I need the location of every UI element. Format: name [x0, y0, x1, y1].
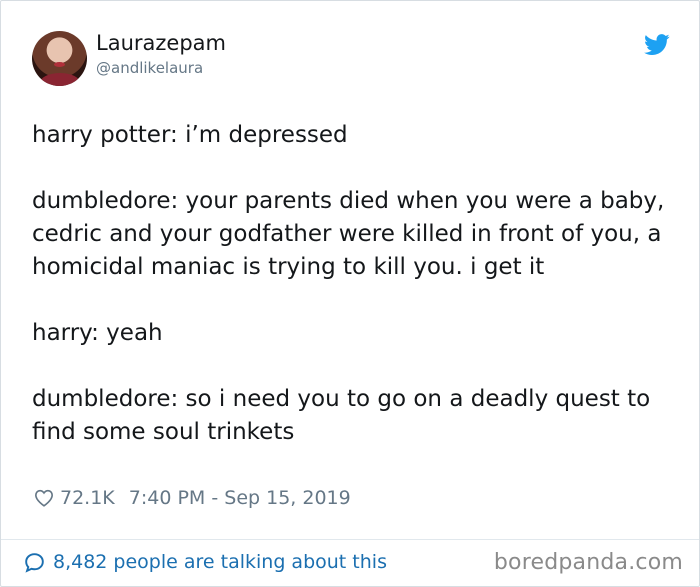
tweet-text: harry potter: i’m depressed dumbledore: …: [32, 119, 682, 482]
tweet-paragraph: harry potter: i’m depressed: [32, 122, 348, 148]
timestamp[interactable]: 7:40 PM - Sep 15, 2019: [129, 487, 351, 509]
tweet-meta: 72.1K 7:40 PM - Sep 15, 2019: [34, 487, 351, 509]
tweet-paragraph: dumbledore: your parents died when you w…: [32, 188, 665, 280]
like-count[interactable]: 72.1K: [60, 487, 115, 509]
avatar[interactable]: [32, 31, 87, 86]
tweet-paragraph: harry: yeah: [32, 320, 163, 346]
tweet-paragraph: dumbledore: so i need you to go on a dea…: [32, 386, 651, 445]
speech-bubble-icon: [25, 552, 44, 573]
divider: [1, 539, 699, 540]
user-handle[interactable]: @andlikelaura: [96, 59, 203, 77]
avatar-shirt: [40, 73, 80, 86]
tweet-card: Laurazepam @andlikelaura harry potter: i…: [0, 0, 700, 587]
twitter-bird-icon[interactable]: [644, 34, 670, 56]
watermark: boredpanda.com: [493, 550, 683, 575]
avatar-lips: [54, 62, 65, 67]
heart-icon[interactable]: [34, 489, 54, 507]
conversation-link[interactable]: 8,482 people are talking about this: [24, 551, 387, 573]
user-display-name[interactable]: Laurazepam: [96, 31, 226, 55]
conversation-count-label[interactable]: 8,482 people are talking about this: [53, 551, 387, 573]
